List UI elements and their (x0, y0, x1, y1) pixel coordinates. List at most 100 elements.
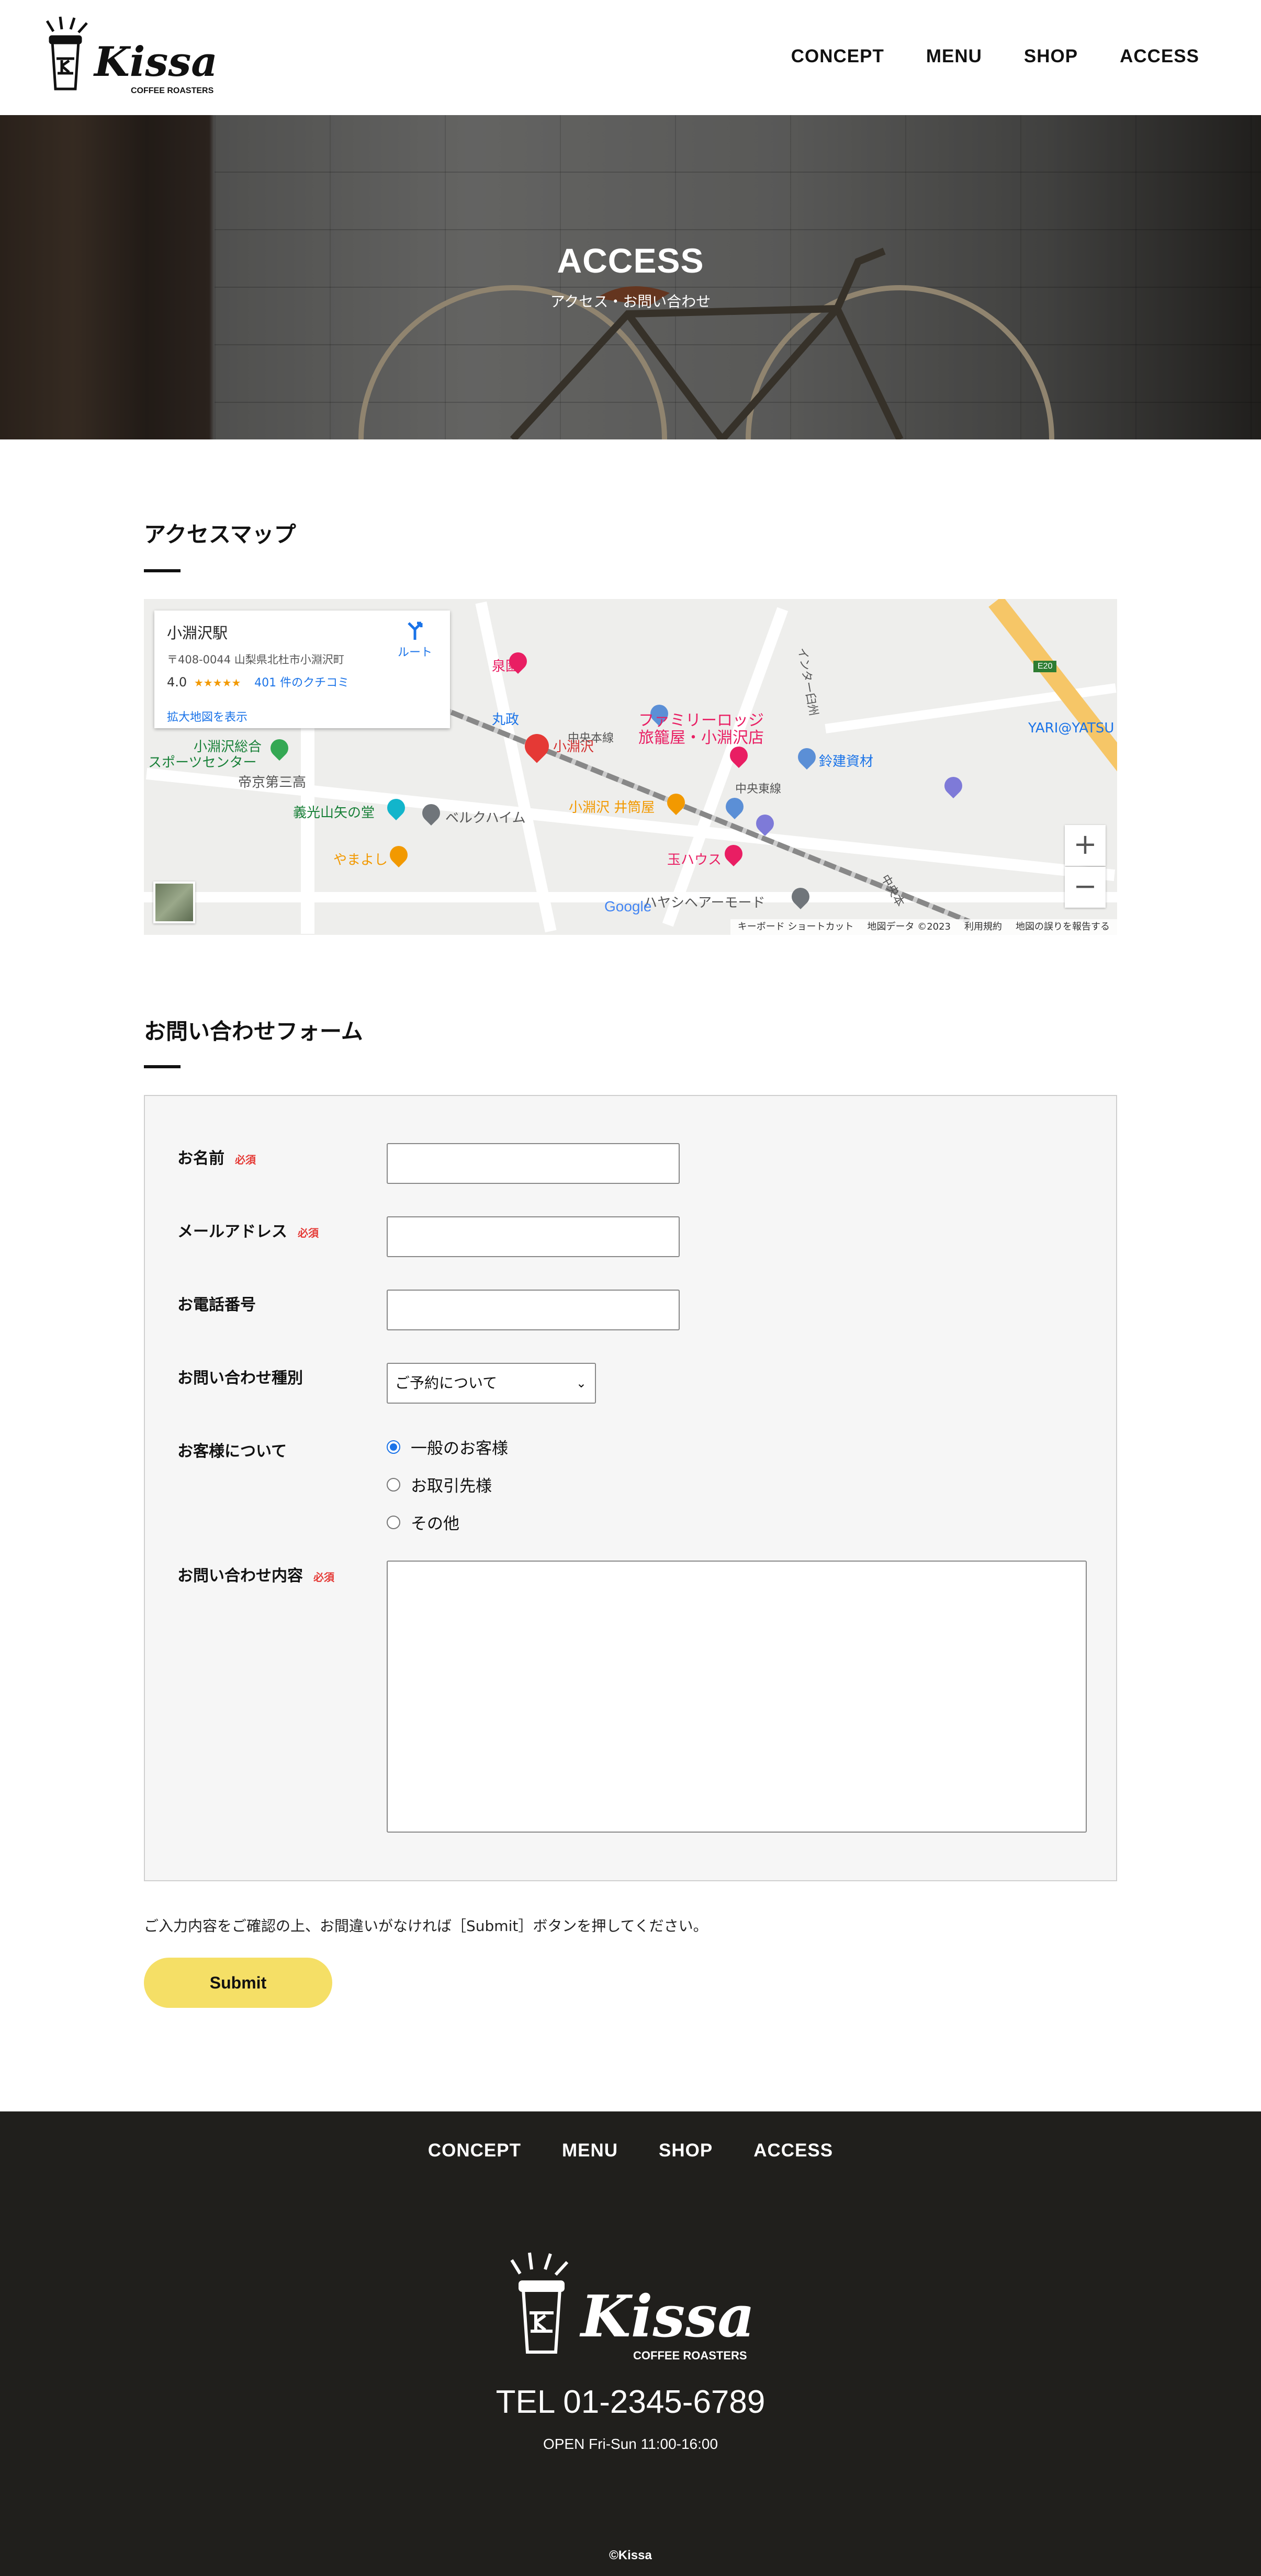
map-label-chuo-tousen: 中央東線 (735, 783, 782, 796)
hero-title: ACCESS (557, 241, 704, 280)
map-label-marumasa: 丸政 (492, 712, 520, 728)
coffee-cup-icon (510, 2252, 569, 2354)
map-label-yamayoshi: やまよし (333, 852, 388, 868)
map-data-credit: 地図データ ©2023 (867, 921, 951, 932)
map-location-pin-icon[interactable] (520, 729, 554, 763)
footer-kissa-logo[interactable]: Kissa COFFEE ROASTERS (502, 2247, 759, 2368)
map-hotel-icon[interactable] (720, 841, 747, 867)
map-label-interchange: インター臼州 (795, 647, 820, 717)
email-label: メールアドレス 必須 (177, 1223, 319, 1241)
map-label-suzuken: 鈴建資材 (819, 754, 874, 770)
footer-nav-access[interactable]: ACCESS (753, 2140, 833, 2161)
hero-subtitle: アクセス・お問い合わせ (550, 293, 711, 310)
footer-nav: CONCEPT MENU SHOP ACCESS (0, 2140, 1261, 2161)
map-bus-icon[interactable] (722, 794, 748, 820)
map-road (475, 601, 557, 933)
footer-nav-concept[interactable]: CONCEPT (428, 2140, 521, 2161)
site-footer: CONCEPT MENU SHOP ACCESS Kissa COFFEE RO… (0, 2111, 1261, 2576)
contact-form-heading: お問い合わせフォーム (144, 1019, 363, 1044)
radio-business-partner[interactable]: お取引先様 (387, 1473, 492, 1496)
map-footer-bar: キーボード ショートカット 地図データ ©2023 利用規約 地図の誤りを報告す… (730, 919, 1117, 935)
map-park-icon[interactable] (266, 735, 292, 761)
contact-form: お名前 必須 メールアドレス 必須 お電話番号 お問い合わせ種別 ご予約について ⌄ … (144, 1095, 1117, 1881)
map-report-link[interactable]: 地図の誤りを報告する (1016, 919, 1110, 935)
map-label-hayashi: ハヤシヘアーモード (644, 895, 765, 911)
hero-banner: ACCESS アクセス・お問い合わせ (0, 115, 1261, 439)
map-label-sports-2: スポーツセンター (148, 755, 257, 771)
map-label-family-lodge-2: 旅籠屋・小淵沢店 (638, 729, 764, 747)
access-map-heading: アクセスマップ (144, 522, 296, 547)
radio-unchecked-icon[interactable] (387, 1477, 400, 1492)
map-info-rating: 4.0 (167, 675, 187, 690)
map-enlarge-link[interactable]: 拡大地図を表示 (167, 708, 437, 725)
google-map[interactable]: E20 小淵沢 丸政 ファミリーロッジ 旅籠屋・小淵沢店 鈴建資材 中央本線 中… (144, 599, 1117, 935)
map-restaurant-icon[interactable] (663, 789, 689, 816)
radio-other[interactable]: その他 (387, 1510, 459, 1534)
map-info-address: 〒408-0044 山梨県北杜市小淵沢町 (167, 653, 344, 666)
rating-stars-icon: ★★★★★ (194, 676, 241, 689)
map-place-icon[interactable] (787, 884, 814, 910)
map-label-berkheim: ベルクハイム (445, 810, 526, 826)
inquiry-type-select[interactable]: ご予約について ⌄ (387, 1363, 596, 1404)
radio-general-customer[interactable]: 一般のお客様 (387, 1435, 508, 1459)
map-label-izutsuya: 小淵沢 井筒屋 (569, 800, 655, 816)
map-restaurant-icon[interactable] (386, 842, 412, 868)
confirm-instruction: ご入力内容をご確認の上、お間違いがなければ［Submit］ボタンを押してください… (144, 1917, 708, 1935)
route-icon (408, 622, 423, 640)
map-label-teikyo: 帝京第三高 (238, 775, 307, 790)
footer-logo-wordmark: Kissa (579, 2283, 755, 2350)
required-badge: 必須 (235, 1154, 256, 1166)
email-input[interactable] (387, 1216, 680, 1257)
map-label-yamatoyoshi: 義光山矢の堂 (293, 805, 375, 821)
footer-copyright: ©Kissa (609, 2548, 652, 2562)
map-route-button[interactable]: ルート (398, 620, 432, 660)
radio-checked-icon[interactable] (387, 1440, 400, 1454)
site-header: Kissa COFFEE ROASTERS CONCEPT MENU SHOP … (0, 0, 1261, 115)
kissa-logo[interactable]: Kissa COFFEE ROASTERS (42, 16, 225, 99)
footer-opening-hours: OPEN Fri-Sun 11:00-16:00 (543, 2436, 718, 2452)
footer-nav-menu[interactable]: MENU (562, 2140, 618, 2161)
map-label-chuo-honsen: 中央本線 (568, 732, 614, 745)
access-map-heading-underline (144, 569, 181, 572)
map-zoom-out-button[interactable]: − (1065, 867, 1106, 908)
submit-button[interactable]: Submit (144, 1958, 332, 2008)
google-logo: Google (604, 898, 652, 914)
coffee-cup-icon (46, 16, 88, 91)
map-route-label: ルート (397, 646, 432, 659)
map-label-izumi: 泉園 (492, 659, 520, 674)
map-terms-link[interactable]: 利用規約 (964, 919, 1002, 935)
content-textarea[interactable] (387, 1561, 1087, 1833)
inquiry-type-value: ご予約について (395, 1374, 498, 1392)
logo-subtitle: COFFEE ROASTERS (131, 86, 214, 95)
radio-unchecked-icon[interactable] (387, 1515, 400, 1529)
main-nav: CONCEPT MENU SHOP ACCESS (791, 46, 1199, 67)
map-road (662, 607, 789, 927)
nav-menu[interactable]: MENU (926, 46, 982, 67)
nav-shop[interactable]: SHOP (1024, 46, 1078, 67)
map-parking-icon[interactable] (940, 773, 966, 799)
inquiry-type-label: お問い合わせ種別 (177, 1369, 303, 1387)
map-e20-badge: E20 (1033, 661, 1057, 672)
logo-wordmark: Kissa (93, 38, 218, 86)
nav-access[interactable]: ACCESS (1120, 46, 1199, 67)
footer-nav-shop[interactable]: SHOP (659, 2140, 713, 2161)
phone-label: お電話番号 (177, 1296, 256, 1314)
nav-concept[interactable]: CONCEPT (791, 46, 884, 67)
map-satellite-toggle[interactable] (153, 882, 195, 923)
map-label-tamahaus: 玉ハウス (667, 852, 722, 868)
map-zoom-in-button[interactable]: + (1065, 825, 1106, 866)
name-label: お名前 必須 (177, 1149, 256, 1168)
map-shop-icon[interactable] (794, 744, 820, 770)
name-input[interactable] (387, 1143, 680, 1184)
chevron-down-icon: ⌄ (576, 1376, 587, 1391)
map-label-chuo-right: 中央本 (878, 873, 907, 909)
phone-input[interactable] (387, 1290, 680, 1330)
map-info-card: 小淵沢駅 〒408-0044 山梨県北杜市小淵沢町 4.0 ★★★★★ 401 … (154, 611, 450, 728)
map-info-station: 小淵沢駅 (167, 624, 228, 642)
map-info-reviews-link[interactable]: 401 件のクチコミ (254, 676, 349, 690)
footer-telephone[interactable]: TEL 01-2345-6789 (0, 2383, 1261, 2421)
customer-type-label: お客様について (177, 1442, 287, 1461)
required-badge: 必須 (313, 1571, 334, 1584)
map-keyboard-shortcuts-link[interactable]: キーボード ショートカット (738, 919, 854, 935)
footer-logo-subtitle: COFFEE ROASTERS (633, 2349, 747, 2362)
